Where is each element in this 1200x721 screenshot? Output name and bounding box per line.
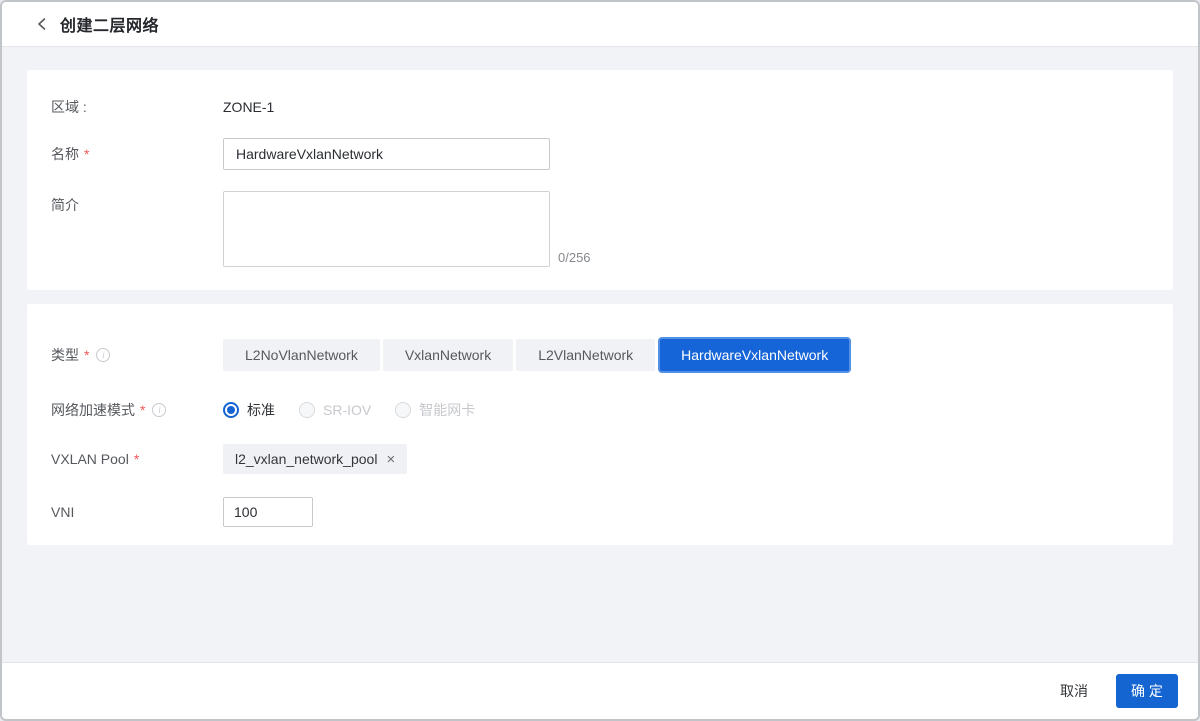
name-field: 名称 * xyxy=(51,138,1149,170)
footer-bar: 取消 确 定 xyxy=(2,662,1198,719)
info-icon[interactable]: i xyxy=(152,403,166,417)
remove-tag-icon[interactable]: × xyxy=(386,452,395,467)
zone-label-text: 区域 : xyxy=(51,97,87,117)
type-button-group: L2NoVlanNetwork VxlanNetwork L2VlanNetwo… xyxy=(223,337,851,373)
required-mark: * xyxy=(84,146,89,162)
radio-unchecked-icon xyxy=(299,402,315,418)
chevron-left-icon xyxy=(36,17,48,31)
name-label: 名称 * xyxy=(51,144,223,164)
type-option-vxlan[interactable]: VxlanNetwork xyxy=(383,339,513,371)
back-button[interactable] xyxy=(34,16,50,32)
description-label-text: 简介 xyxy=(51,195,79,215)
vxlan-pool-tag[interactable]: l2_vxlan_network_pool × xyxy=(223,444,407,474)
description-input-wrap: 0/256 xyxy=(223,191,591,267)
name-label-text: 名称 xyxy=(51,144,79,164)
required-mark: * xyxy=(140,402,145,418)
radio-label: 标准 xyxy=(247,400,275,420)
radio-unchecked-icon xyxy=(395,402,411,418)
vni-field: VNI xyxy=(51,497,1149,527)
type-option-l2vlan[interactable]: L2VlanNetwork xyxy=(516,339,655,371)
vxlan-pool-label-text: VXLAN Pool xyxy=(51,451,129,467)
name-input[interactable] xyxy=(223,138,550,170)
vxlan-pool-tag-text: l2_vxlan_network_pool xyxy=(235,451,377,467)
vxlan-pool-label: VXLAN Pool * xyxy=(51,451,223,467)
accel-mode-field: 网络加速模式 * i 标准 SR-IOV 智能网卡 xyxy=(51,400,1149,420)
zone-field: 区域 : ZONE-1 xyxy=(51,97,1149,117)
type-label-text: 类型 xyxy=(51,345,79,365)
zone-value: ZONE-1 xyxy=(223,99,274,115)
type-option-hardwarevxlan[interactable]: HardwareVxlanNetwork xyxy=(658,337,851,373)
type-field: 类型 * i L2NoVlanNetwork VxlanNetwork L2Vl… xyxy=(51,337,1149,373)
type-option-l2novlan[interactable]: L2NoVlanNetwork xyxy=(223,339,380,371)
required-mark: * xyxy=(134,451,139,467)
confirm-button[interactable]: 确 定 xyxy=(1116,674,1178,708)
accel-mode-label: 网络加速模式 * i xyxy=(51,400,223,420)
description-label: 简介 xyxy=(51,191,223,215)
vni-label: VNI xyxy=(51,504,223,520)
required-mark: * xyxy=(84,347,89,363)
basic-info-panel: 区域 : ZONE-1 名称 * 简介 0/256 xyxy=(27,70,1173,290)
char-counter: 0/256 xyxy=(558,249,591,267)
radio-option-standard[interactable]: 标准 xyxy=(223,400,275,420)
type-label: 类型 * i xyxy=(51,345,223,365)
vni-label-text: VNI xyxy=(51,504,74,520)
accel-mode-label-text: 网络加速模式 xyxy=(51,400,135,420)
radio-option-sriov: SR-IOV xyxy=(299,402,371,418)
network-config-panel: 类型 * i L2NoVlanNetwork VxlanNetwork L2Vl… xyxy=(27,304,1173,545)
form-content: 区域 : ZONE-1 名称 * 简介 0/256 xyxy=(2,47,1198,662)
header-bar: 创建二层网络 xyxy=(2,2,1198,47)
accel-mode-radio-group: 标准 SR-IOV 智能网卡 xyxy=(223,400,499,420)
cancel-button[interactable]: 取消 xyxy=(1060,681,1088,701)
description-textarea[interactable] xyxy=(223,191,550,267)
vxlan-pool-field: VXLAN Pool * l2_vxlan_network_pool × xyxy=(51,444,1149,474)
create-l2-network-window: 创建二层网络 区域 : ZONE-1 名称 * 简介 xyxy=(0,0,1200,721)
description-field: 简介 0/256 xyxy=(51,191,1149,267)
vni-input[interactable] xyxy=(223,497,313,527)
zone-label: 区域 : xyxy=(51,97,223,117)
info-icon[interactable]: i xyxy=(96,348,110,362)
radio-label: 智能网卡 xyxy=(419,400,475,420)
radio-label: SR-IOV xyxy=(323,402,371,418)
page-title: 创建二层网络 xyxy=(60,12,159,36)
radio-checked-icon xyxy=(223,402,239,418)
radio-option-smartnic: 智能网卡 xyxy=(395,400,475,420)
